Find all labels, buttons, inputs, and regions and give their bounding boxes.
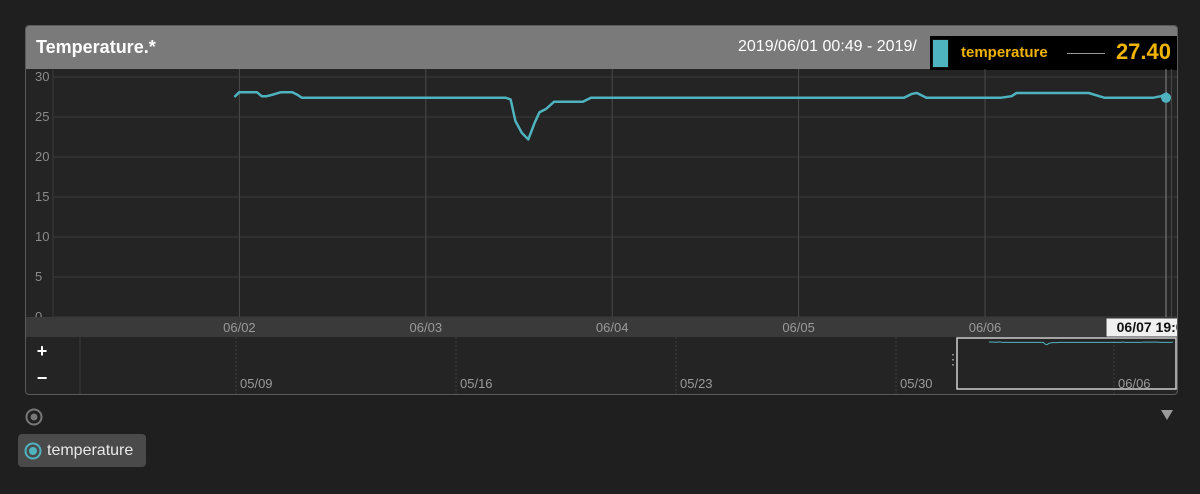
chart-panel: Temperature.* 2019/06/01 00:49 - 2019/ t… (25, 25, 1178, 395)
cursor-marker (1161, 92, 1171, 103)
navigator-tick-label: 05/09 (240, 376, 273, 391)
navigator-tick-label: 05/23 (680, 376, 713, 391)
navigator-tick-label: 05/30 (900, 376, 933, 391)
x-tick-label: 06/05 (782, 320, 815, 335)
zoom-in-button[interactable]: + (34, 342, 50, 360)
y-tick-label: 0 (35, 309, 42, 317)
y-tick-label: 30 (35, 69, 49, 84)
legend-toggle-icon[interactable] (25, 408, 43, 426)
value-tooltip: temperature 27.40 (930, 36, 1177, 70)
time-range-label[interactable]: 2019/06/01 00:49 - 2019/ (738, 38, 917, 56)
navigator-handle-left[interactable]: ⋮ (946, 352, 960, 366)
tooltip-value: 27.40 (1115, 39, 1171, 64)
collapse-triangle-icon[interactable] (1161, 410, 1173, 420)
panel-title[interactable]: Temperature.* (36, 37, 156, 58)
navigator-mini-series (988, 341, 1174, 346)
zoom-out-button[interactable]: − (34, 369, 50, 387)
temperature-series-line (233, 90, 1168, 141)
overview-navigator[interactable]: + − 05/0905/1605/2305/3006/06 ⋮ ⋮ (26, 337, 1177, 395)
series-color-swatch (932, 39, 949, 68)
navigator-timeline[interactable]: 05/09 05/16 05/23 05/30 06/06 (26, 337, 1177, 395)
plot-area[interactable]: 0 5 10 15 20 25 30 (26, 69, 1177, 317)
y-tick-label: 20 (35, 149, 49, 164)
x-axis: 06/0206/0306/0406/0506/0606/0706/07 19:0… (223, 317, 1177, 338)
tooltip-leader-line (1067, 53, 1105, 54)
x-tick-label: 06/06 (969, 320, 1002, 335)
y-tick-label: 15 (35, 189, 49, 204)
legend-label: temperature (47, 442, 134, 459)
x-axis-bar: 06/0206/0306/0406/0506/0606/0706/07 19:0… (26, 317, 1177, 338)
x-tick-label: 06/04 (596, 320, 629, 335)
tooltip-series-name: temperature (961, 44, 1048, 61)
cursor-time-label: 06/07 19:00 (1117, 319, 1177, 335)
y-tick-label: 25 (35, 109, 49, 124)
x-tick-label: 06/02 (223, 320, 256, 335)
x-tick-label: 06/03 (410, 320, 443, 335)
y-tick-label: 5 (35, 269, 42, 284)
panel-header: Temperature.* 2019/06/01 00:49 - 2019/ t… (26, 26, 1177, 70)
y-tick-label: 10 (35, 229, 49, 244)
legend-item-temperature[interactable]: temperature (18, 434, 146, 467)
series-radio-icon (24, 442, 42, 460)
navigator-tick-label: 05/16 (460, 376, 493, 391)
